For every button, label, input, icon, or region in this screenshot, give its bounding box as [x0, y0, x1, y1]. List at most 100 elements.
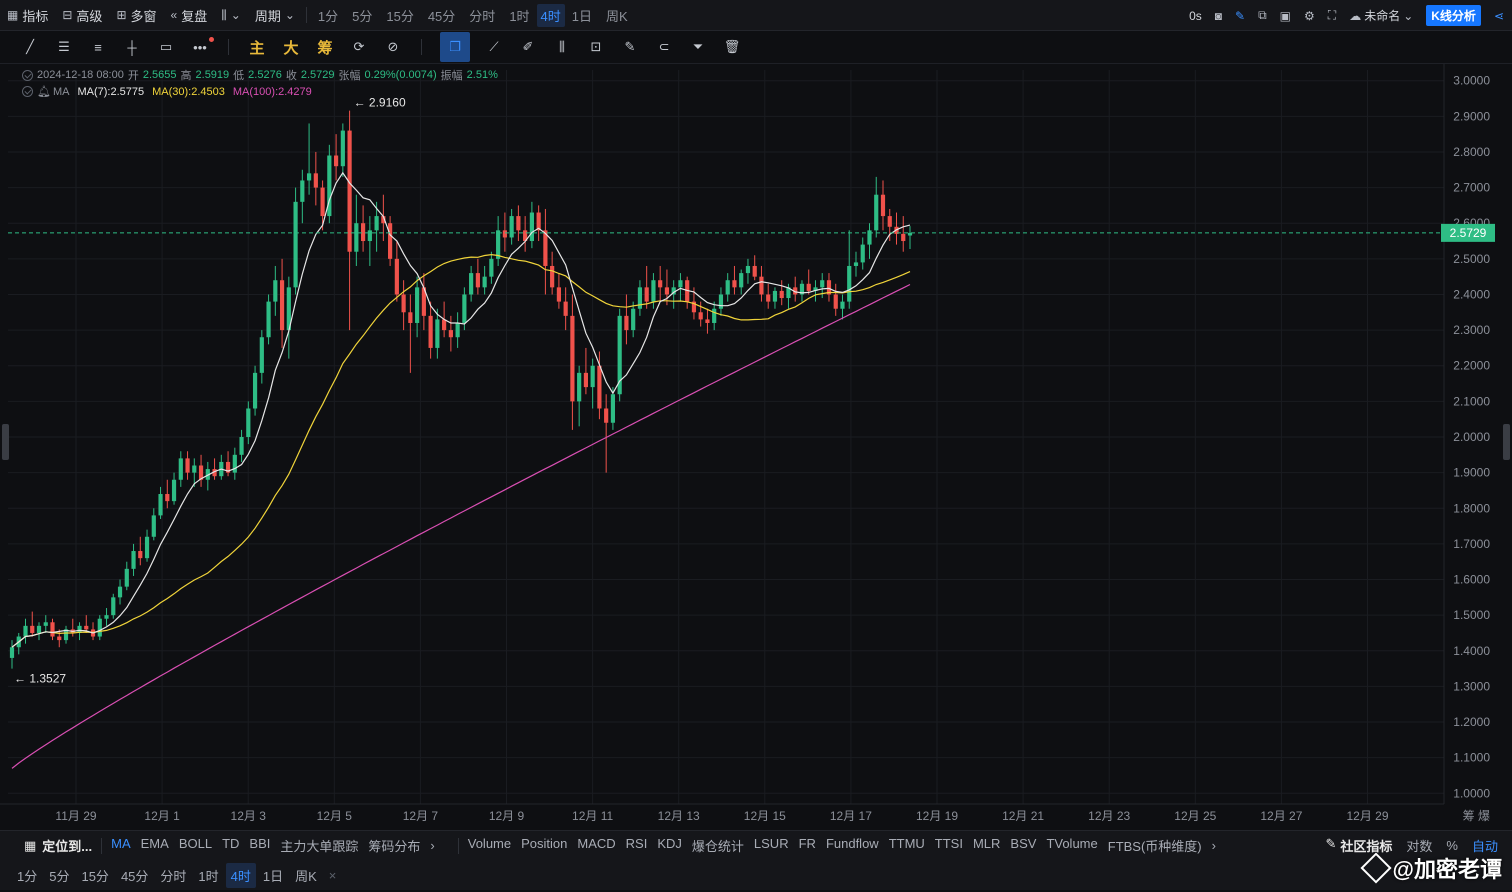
more-tools-icon[interactable]: •••: [190, 37, 214, 57]
candle-body: [556, 287, 561, 302]
period-dropdown[interactable]: 周期 ⌄: [248, 0, 302, 31]
left-scroll-handle[interactable]: [2, 424, 9, 460]
sub-indicator-1[interactable]: Position: [516, 836, 572, 855]
candle-body: [84, 625, 89, 630]
collapse-icon[interactable]: [22, 69, 33, 81]
sub-indicator-0[interactable]: Volume: [463, 836, 516, 855]
gear-icon[interactable]: ⚙: [1304, 9, 1315, 23]
main-indicator-6[interactable]: 筹码分布: [363, 836, 425, 855]
bottom-period-tab-2[interactable]: 15分: [76, 863, 113, 888]
ruler-icon[interactable]: ⟋: [484, 37, 504, 57]
x-tick-label: 12月 15: [744, 809, 786, 823]
candle-body: [171, 479, 177, 502]
period-tab-5[interactable]: 1时: [502, 6, 536, 25]
bottom-period-tab-6[interactable]: 4时: [225, 862, 256, 888]
sub-indicator-11[interactable]: MLR: [968, 836, 1005, 855]
horizontal-lines-icon[interactable]: ☰: [54, 37, 74, 57]
chart-type-button[interactable]: ⫼ ⌄: [214, 0, 248, 31]
camera-icon[interactable]: ◙: [1215, 9, 1222, 23]
collapse-icon[interactable]: [22, 86, 33, 97]
sub-indicator-3[interactable]: RSI: [621, 836, 653, 855]
rectangle-icon[interactable]: ▭: [156, 37, 176, 57]
pen-icon[interactable]: ✎: [1235, 9, 1245, 23]
candles-icon[interactable]: ⫼: [552, 37, 572, 57]
main-indicator-0[interactable]: MA: [106, 836, 136, 855]
indicator-button[interactable]: ▦ 指标: [0, 0, 55, 31]
bottom-period-tab-4[interactable]: 分时: [155, 863, 191, 888]
fullscreen-icon[interactable]: ⛶: [1328, 8, 1336, 23]
advanced-button[interactable]: ⊟ 高级: [55, 0, 109, 31]
edit-list-icon[interactable]: ✎: [620, 37, 640, 57]
bottom-period-tab-5[interactable]: 1时: [193, 863, 223, 888]
main-indicator-5[interactable]: 主力大单跟踪: [275, 836, 363, 855]
candle-body: [415, 287, 420, 323]
candle-body: [644, 287, 649, 302]
candle-body: [428, 315, 433, 348]
sub-indicator-7[interactable]: FR: [794, 836, 821, 855]
sub-indicator-4[interactable]: KDJ: [652, 836, 687, 855]
layout-icon[interactable]: ▣: [1280, 9, 1291, 23]
candle-body: [178, 458, 183, 480]
candlestick-chart[interactable]: 3.00002.90002.80002.70002.60002.50002.40…: [0, 64, 1512, 830]
magnet-icon[interactable]: ⊂: [654, 37, 674, 57]
main-indicator-4[interactable]: BBI: [244, 836, 275, 855]
k-analysis-button[interactable]: K线分析: [1426, 5, 1481, 26]
chevron-right-icon[interactable]: ›: [1207, 838, 1221, 853]
period-tab-0[interactable]: 1分: [311, 6, 345, 25]
sub-indicator-10[interactable]: TTSI: [930, 836, 968, 855]
candle-body: [117, 586, 123, 598]
period-tab-2[interactable]: 15分: [379, 6, 420, 25]
bottom-period-tab-3[interactable]: 45分: [116, 863, 153, 888]
filter-icon[interactable]: ⏷: [688, 37, 708, 57]
bottom-period-tab-8[interactable]: 周K: [290, 863, 322, 888]
main-indicator-1[interactable]: EMA: [136, 836, 174, 855]
sub-indicator-6[interactable]: LSUR: [749, 836, 794, 855]
period-tab-6[interactable]: 4时: [536, 3, 565, 27]
copy-icon[interactable]: ❐: [440, 32, 470, 62]
bottom-period-tab-7[interactable]: 1日: [258, 863, 288, 888]
candle-body: [820, 280, 825, 288]
period-tab-7[interactable]: 1日: [565, 6, 599, 25]
sub-indicator-12[interactable]: BSV: [1005, 836, 1041, 855]
main-indicator-2[interactable]: BOLL: [174, 836, 217, 855]
right-scroll-handle[interactable]: [1503, 424, 1510, 460]
sub-indicator-5[interactable]: 爆仓统计: [687, 836, 749, 855]
sub-indicator-2[interactable]: MACD: [572, 836, 620, 855]
brush-icon[interactable]: ✐: [518, 37, 538, 57]
multi-window-button[interactable]: ⊞ 多窗: [109, 0, 163, 31]
chips-button[interactable]: 筹: [315, 37, 335, 57]
divider: [457, 837, 459, 854]
sub-indicator-13[interactable]: TVolume: [1041, 836, 1102, 855]
period-tab-8[interactable]: 周K: [599, 6, 635, 25]
close-icon[interactable]: ×: [324, 865, 342, 886]
period-tab-4[interactable]: 分时: [462, 6, 502, 25]
bottom-period-tab-0[interactable]: 1分: [12, 863, 42, 888]
candle-body: [698, 312, 703, 320]
trend-line-icon[interactable]: ╱: [20, 37, 40, 57]
chevron-right-icon[interactable]: ›: [425, 838, 439, 853]
sub-indicator-8[interactable]: Fundflow: [821, 836, 884, 855]
sync-icon[interactable]: ⟳: [349, 37, 369, 57]
bell-icon[interactable]: 🔔︎: [37, 85, 51, 98]
lock-icon[interactable]: ⊡: [586, 37, 606, 57]
main-indicator-3[interactable]: TD: [217, 836, 244, 855]
sub-indicator-14[interactable]: FTBS(币种维度): [1103, 836, 1207, 855]
replay-button[interactable]: «复盘: [164, 0, 215, 31]
period-tab-1[interactable]: 5分: [345, 6, 379, 25]
crosshair-line-icon[interactable]: ┼: [122, 37, 142, 57]
share-icon[interactable]: ⋖: [1494, 9, 1504, 23]
locate-button[interactable]: ▦ 定位到...: [0, 836, 97, 855]
hide-drawings-icon[interactable]: ⊘: [383, 37, 403, 57]
period-tab-3[interactable]: 45分: [421, 6, 462, 25]
x-tick-label: 12月 19: [916, 809, 958, 823]
sub-indicator-9[interactable]: TTMU: [884, 836, 930, 855]
layout-name-dropdown[interactable]: ☁ 未命名 ⌄: [1349, 7, 1413, 24]
main-indicator-button[interactable]: 主: [247, 37, 267, 57]
binance-logo-icon: [1359, 852, 1392, 884]
popout-icon[interactable]: ⧉: [1258, 8, 1267, 23]
parallel-lines-icon[interactable]: ≡: [88, 37, 108, 57]
trash-icon[interactable]: 🗑: [722, 37, 742, 57]
percent-scale-toggle[interactable]: %: [1446, 838, 1458, 853]
big-order-button[interactable]: 大: [281, 37, 301, 57]
bottom-period-tab-1[interactable]: 5分: [44, 863, 74, 888]
